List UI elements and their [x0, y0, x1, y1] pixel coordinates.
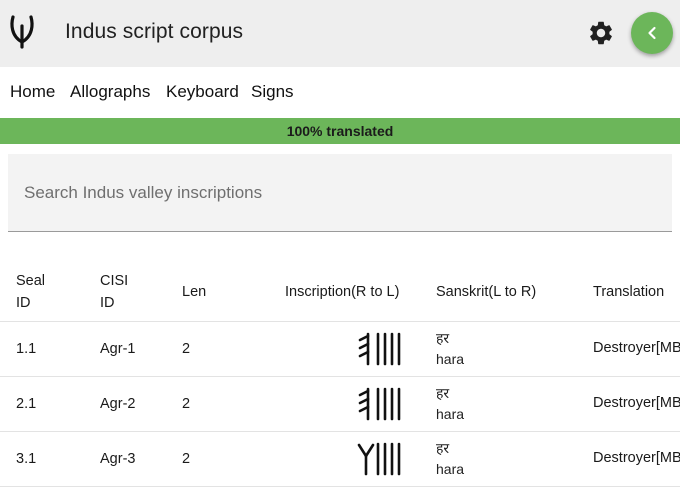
cell-len: 2 — [182, 396, 191, 412]
sanskrit-devanagari: हर — [436, 330, 450, 346]
header-seal-id-line1: Seal — [16, 273, 46, 289]
cell-cisi-id: Agr-3 — [100, 451, 136, 467]
chevron-left-icon — [648, 26, 656, 40]
nav-bar: Home Allographs Keyboard Signs — [0, 67, 680, 118]
cell-sanskrit: हर hara — [436, 438, 464, 480]
cell-len: 2 — [182, 451, 191, 467]
cell-translation: Destroyer[MB — [593, 340, 680, 356]
indus-logo-icon[interactable] — [8, 14, 36, 50]
header-translation[interactable]: Translation — [593, 281, 664, 303]
cell-seal-id: 3.1 — [16, 451, 37, 467]
table-row[interactable]: 1.1 Agr-1 2 हर hara Destroyer[MB — [0, 322, 680, 377]
pronged-four-strokes-glyph-icon — [358, 387, 401, 421]
sanskrit-latin: hara — [436, 406, 465, 422]
cell-sanskrit: हर hara — [436, 328, 464, 370]
sanskrit-devanagari: हर — [436, 440, 450, 456]
cell-translation: Destroyer[MB — [593, 450, 680, 466]
cell-cisi-id: Agr-2 — [100, 396, 136, 412]
cell-seal-id: 2.1 — [16, 396, 37, 412]
cell-cisi-id: Agr-1 — [100, 341, 136, 357]
progress-label: 100% translated — [286, 123, 394, 139]
search-input[interactable] — [8, 154, 672, 231]
table-row[interactable]: 3.1 Agr-3 2 हर hara Destroyer[MB — [0, 432, 680, 487]
table-header: Seal ID CISI ID Len Inscription(R to L) … — [0, 262, 680, 322]
gear-icon[interactable] — [587, 19, 615, 47]
sanskrit-latin: hara — [436, 461, 465, 477]
header-sanskrit[interactable]: Sanskrit(L to R) — [436, 281, 536, 303]
header-seal-id[interactable]: Seal ID — [16, 270, 45, 314]
nav-item-keyboard[interactable]: Keyboard — [166, 82, 239, 102]
forked-four-strokes-glyph-icon — [357, 442, 401, 476]
cell-seal-id: 1.1 — [16, 341, 37, 357]
back-button[interactable] — [631, 12, 673, 54]
sanskrit-latin: hara — [436, 351, 465, 367]
table-row[interactable]: 2.1 Agr-2 2 हर hara Destroyer[MB — [0, 377, 680, 432]
pronged-four-strokes-glyph-icon — [358, 332, 401, 366]
header-cisi-id-line1: CISI — [100, 273, 129, 289]
search-box — [8, 154, 672, 232]
app-title: Indus script corpus — [65, 20, 244, 43]
header-seal-id-line2: ID — [16, 295, 31, 311]
nav-item-allographs[interactable]: Allographs — [70, 82, 150, 102]
translation-progress-bar: 100% translated — [0, 118, 680, 144]
header-inscription[interactable]: Inscription(R to L) — [285, 281, 399, 303]
nav-item-home[interactable]: Home — [10, 82, 55, 102]
nav-item-signs[interactable]: Signs — [251, 82, 294, 102]
sanskrit-devanagari: हर — [436, 385, 450, 401]
header-len[interactable]: Len — [182, 281, 206, 303]
app-bar: Indus script corpus — [0, 0, 680, 67]
cell-len: 2 — [182, 341, 191, 357]
cell-translation: Destroyer[MB — [593, 395, 680, 411]
cell-sanskrit: हर hara — [436, 383, 464, 425]
header-cisi-id[interactable]: CISI ID — [100, 270, 128, 314]
header-cisi-id-line2: ID — [100, 295, 115, 311]
